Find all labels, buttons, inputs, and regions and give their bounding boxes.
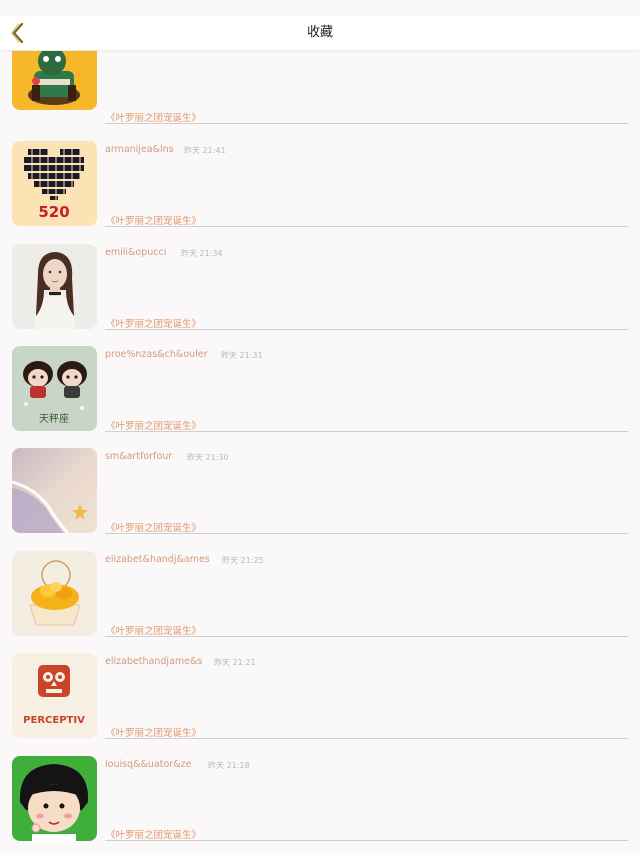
status-bar	[0, 0, 640, 16]
divider	[105, 533, 628, 534]
list-item[interactable]: 《叶罗丽之团宠诞生》	[0, 50, 640, 124]
list-item[interactable]: louisq&&uator&ze 昨天 21:18 《叶罗丽之团宠诞生》	[0, 756, 640, 853]
username[interactable]: elizabethandjame&s	[105, 656, 202, 667]
divider	[105, 431, 628, 432]
username[interactable]: sm&artforfour	[105, 451, 172, 462]
divider	[105, 123, 628, 124]
timestamp: 昨天 21:30	[187, 453, 229, 462]
thumbnail-image	[12, 448, 97, 533]
logo-text: PERCEPTIV	[23, 715, 85, 726]
item-title: 《叶罗丽之团宠诞生》	[106, 216, 202, 227]
item-title: 《叶罗丽之团宠诞生》	[106, 319, 202, 330]
thumbnail-image: PERCEPTIV	[12, 653, 97, 738]
username[interactable]: elizabet&handj&ames	[105, 554, 210, 565]
divider	[105, 738, 628, 739]
list-item[interactable]: sm&artforfour 昨天 21:30 《叶罗丽之团宠诞生》	[0, 448, 640, 551]
list-item[interactable]: elizabet&handj&ames 昨天 21:25 《叶罗丽之团宠诞生》	[0, 551, 640, 654]
timestamp: 昨天 21:41	[184, 146, 226, 155]
timestamp: 昨天 21:31	[221, 351, 263, 360]
thumbnail-image	[12, 50, 97, 110]
divider	[105, 226, 628, 227]
thumbnail-image	[12, 551, 97, 636]
timestamp: 昨天 21:18	[208, 761, 250, 770]
item-title: 《叶罗丽之团宠诞生》	[106, 626, 202, 637]
list-item[interactable]: PERCEPTIV elizabethandjame&s 昨天 21:21 《叶…	[0, 653, 640, 756]
timestamp: 昨天 21:34	[181, 249, 223, 258]
divider	[105, 636, 628, 637]
username[interactable]: emili&opucci	[105, 247, 166, 258]
username[interactable]: proe%nzas&ch&ouler	[105, 349, 207, 360]
list-item[interactable]: 520 armanijea&lns 昨天 21:41 《叶罗丽之团宠诞生》	[0, 141, 640, 244]
item-title: 《叶罗丽之团宠诞生》	[106, 523, 202, 534]
item-title: 《叶罗丽之团宠诞生》	[106, 421, 202, 432]
page-title: 收藏	[306, 25, 333, 40]
item-title: 《叶罗丽之团宠诞生》	[106, 728, 202, 739]
list-item[interactable]: 天秤座 proe%nzas&ch&ouler 昨天 21:31 《叶罗丽之团宠诞…	[0, 346, 640, 449]
image-caption: 天秤座	[39, 412, 69, 425]
heart-caption: 520	[38, 203, 69, 221]
divider	[105, 329, 628, 330]
thumbnail-image: 天秤座	[12, 346, 97, 431]
username[interactable]: louisq&&uator&ze	[105, 759, 191, 770]
favorites-list: 《叶罗丽之团宠诞生》 520 armanijea&lns 昨天 21:41 《叶…	[0, 50, 640, 853]
thumbnail-image	[12, 756, 97, 841]
item-title: 《叶罗丽之团宠诞生》	[106, 830, 202, 841]
list-item[interactable]: emili&opucci 昨天 21:34 《叶罗丽之团宠诞生》	[0, 244, 640, 347]
username[interactable]: armanijea&lns	[105, 144, 174, 155]
item-title: 《叶罗丽之团宠诞生》	[106, 113, 202, 124]
divider	[105, 840, 628, 841]
timestamp: 昨天 21:21	[214, 658, 256, 667]
navigation-bar: 收藏	[0, 16, 640, 51]
thumbnail-image	[12, 244, 97, 329]
back-button[interactable]	[4, 18, 32, 48]
timestamp: 昨天 21:25	[222, 556, 264, 565]
chevron-left-icon	[11, 22, 24, 44]
thumbnail-image: 520	[12, 141, 97, 226]
